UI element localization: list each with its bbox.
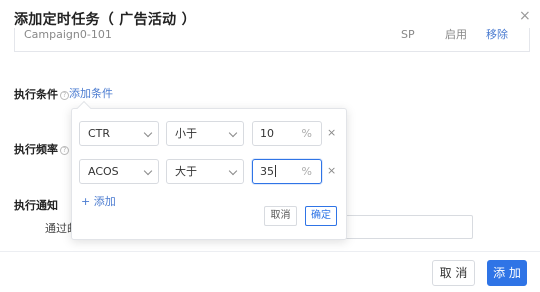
operator-select[interactable]: 大于 bbox=[166, 159, 244, 184]
text-caret bbox=[275, 165, 276, 177]
conditions-label-text: 执行条件 bbox=[14, 88, 58, 101]
add-condition-link[interactable]: 添加条件 bbox=[69, 85, 113, 101]
value-input-text: 10 bbox=[260, 127, 274, 140]
add-scheduled-task-dialog: 添加定时任务（ 广告活动 ） × Campaign0-101 SP 启用 移除 … bbox=[0, 0, 540, 292]
remove-link[interactable]: 移除 bbox=[486, 28, 508, 41]
campaign-type: SP bbox=[401, 28, 415, 41]
chevron-down-icon bbox=[143, 128, 153, 138]
help-icon[interactable]: ? bbox=[60, 91, 69, 100]
popover-confirm-button[interactable]: 确定 bbox=[305, 206, 337, 226]
close-icon[interactable]: × bbox=[519, 8, 531, 24]
frequency-label: 执行频率? bbox=[14, 141, 69, 157]
remove-condition-icon[interactable]: × bbox=[327, 126, 336, 139]
metric-select[interactable]: ACOS bbox=[79, 159, 159, 184]
value-input[interactable]: 10 % bbox=[252, 121, 322, 146]
add-row-link[interactable]: + 添加 bbox=[81, 193, 116, 209]
percent-unit: % bbox=[301, 127, 312, 140]
notify-label: 执行通知 bbox=[14, 199, 58, 212]
operator-select-value: 小于 bbox=[175, 127, 197, 140]
value-input[interactable]: 35 % bbox=[252, 159, 322, 184]
conditions-label: 执行条件? bbox=[14, 86, 69, 102]
operator-select-value: 大于 bbox=[175, 165, 197, 178]
metric-select-value: ACOS bbox=[88, 165, 119, 178]
add-button[interactable]: 添 加 bbox=[487, 260, 527, 286]
campaign-name: Campaign0-101 bbox=[24, 28, 112, 41]
remove-condition-icon[interactable]: × bbox=[327, 164, 336, 177]
table-row: Campaign0-101 SP 启用 移除 bbox=[14, 28, 530, 52]
value-input-text: 35 bbox=[260, 165, 274, 178]
chevron-down-icon bbox=[228, 166, 238, 176]
help-icon[interactable]: ? bbox=[60, 146, 69, 155]
campaign-status: 启用 bbox=[445, 28, 467, 41]
condition-popover: CTR 小于 10 % × ACOS 大于 35 % × + 添加 取消 确定 bbox=[71, 100, 347, 240]
chevron-down-icon bbox=[228, 128, 238, 138]
percent-unit: % bbox=[301, 165, 312, 178]
metric-select-value: CTR bbox=[88, 127, 111, 140]
frequency-label-text: 执行频率 bbox=[14, 143, 58, 156]
popover-cancel-button[interactable]: 取消 bbox=[264, 206, 297, 226]
operator-select[interactable]: 小于 bbox=[166, 121, 244, 146]
popover-arrow bbox=[76, 100, 92, 116]
chevron-down-icon bbox=[143, 166, 153, 176]
cancel-button[interactable]: 取 消 bbox=[432, 260, 475, 286]
metric-select[interactable]: CTR bbox=[79, 121, 159, 146]
dialog-title: 添加定时任务（ 广告活动 ） bbox=[14, 12, 196, 28]
email-input[interactable] bbox=[345, 215, 473, 239]
